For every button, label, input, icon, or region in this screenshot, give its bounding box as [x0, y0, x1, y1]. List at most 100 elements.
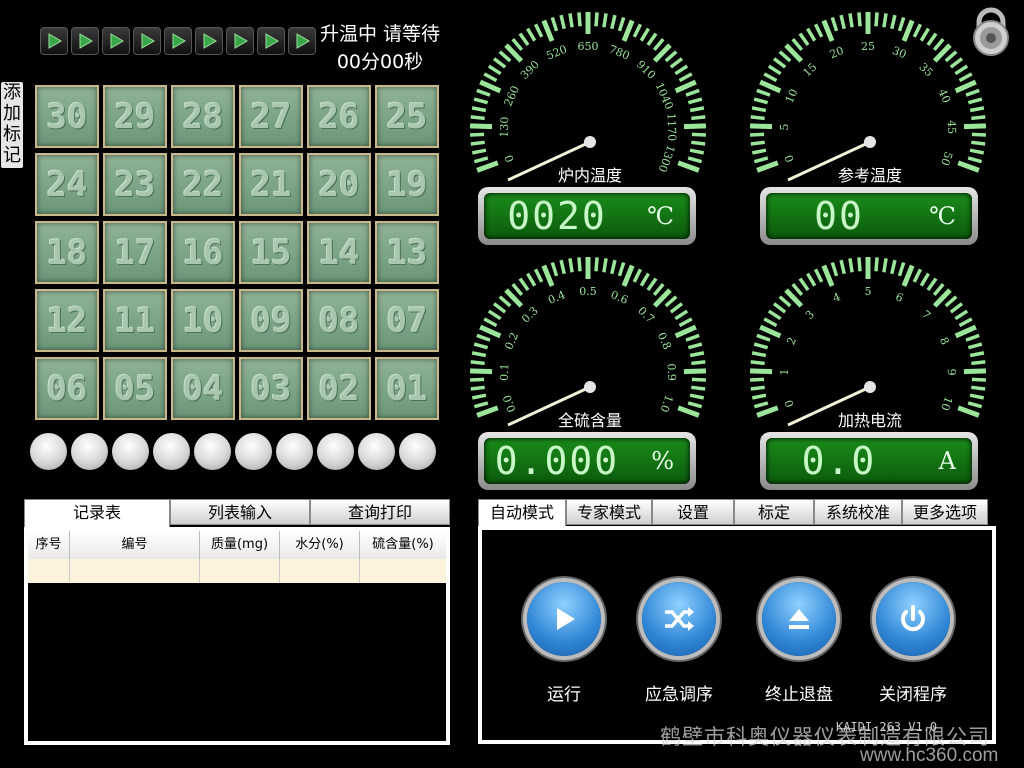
power-icon [901, 605, 925, 632]
close-program-label: 关闭程序 [879, 685, 947, 705]
gauge-tick [621, 19, 635, 42]
gauge-tick-label: 0.5 [579, 285, 597, 298]
tab-list-input[interactable]: 列表输入 [170, 499, 310, 525]
tab-query-print[interactable]: 查询打印 [310, 499, 450, 525]
gauge-tick-label: 0.4 [546, 288, 567, 307]
position-indicator [112, 433, 149, 470]
tab-settings[interactable]: 设置 [652, 499, 734, 525]
position-indicator [399, 433, 436, 470]
gauge-tick-label: 910 [634, 58, 658, 82]
gauge-tick [848, 13, 854, 28]
gauge-tick [830, 16, 839, 32]
gauge-tick [471, 351, 487, 358]
sample-slot[interactable]: 06 [35, 357, 99, 420]
furnace-gauge-label: 炉内温度 [557, 166, 622, 185]
sample-slot[interactable]: 23 [103, 153, 167, 216]
lcd-unit: A [938, 447, 956, 475]
gauge-tick-label: 4 [831, 290, 842, 305]
run-button[interactable] [527, 582, 601, 656]
gauge-tick [568, 258, 574, 273]
sample-slot[interactable]: 25 [375, 85, 439, 148]
gauge-tick [897, 261, 906, 277]
gauge-tick-label: 0.3 [519, 304, 541, 326]
gauge-tick [617, 261, 626, 277]
sulfur-gauge: 0.0 0.1 0.2 0.3 0.4 0.5 0.6 0.7 0.8 0.9 1.0 全硫含量 [469, 255, 710, 435]
gauge-tick [949, 302, 964, 314]
table-row[interactable] [28, 559, 446, 583]
gauge-tick [541, 19, 555, 42]
sample-slot[interactable]: 24 [35, 153, 99, 216]
sample-slot[interactable]: 08 [307, 289, 371, 352]
current-gauge: 0 1 2 3 4 5 6 7 8 9 10 加热电流 [749, 255, 990, 435]
close-program-button[interactable] [876, 582, 950, 656]
sample-slot[interactable]: 28 [171, 85, 235, 148]
sample-slot[interactable]: 20 [307, 153, 371, 216]
gauge-tick [689, 148, 705, 155]
gauge-tick-label: 0.1 [498, 363, 512, 381]
gauge-tick [602, 13, 608, 28]
gauge-tick [577, 12, 582, 27]
sample-slot[interactable]: 11 [103, 289, 167, 352]
sample-slot[interactable]: 16 [171, 221, 235, 284]
status-line-1: 升温中 请等待 [319, 23, 441, 45]
tab-system-calibration[interactable]: 系统校准 [814, 499, 902, 525]
sample-slot[interactable]: 29 [103, 85, 167, 148]
gauge-tick [949, 57, 964, 69]
tab-expert-mode[interactable]: 专家模式 [566, 499, 652, 525]
stop-eject-button[interactable] [762, 582, 836, 656]
sample-slot[interactable]: 07 [375, 289, 439, 352]
gauge-tick [621, 264, 635, 287]
sample-slot[interactable]: 01 [375, 357, 439, 420]
gauge-tick [969, 351, 985, 358]
gauge-tick [751, 351, 767, 358]
gauge-tick [691, 140, 706, 146]
sample-slot[interactable]: 04 [171, 357, 235, 420]
emergency-reorder-button[interactable] [642, 582, 716, 656]
gauge-hub [584, 381, 596, 393]
sample-slot[interactable]: 22 [171, 153, 235, 216]
gauge-tick-label: 260 [502, 84, 522, 108]
tab-calibration[interactable]: 标定 [734, 499, 814, 525]
sample-slot[interactable]: 05 [103, 357, 167, 420]
progress-arrows [40, 27, 316, 55]
sample-slot[interactable]: 10 [171, 289, 235, 352]
sample-slot[interactable]: 18 [35, 221, 99, 284]
sulfur-lcd-display: 0.000% [478, 432, 696, 490]
sample-slot[interactable]: 12 [35, 289, 99, 352]
gauge-tick [470, 140, 485, 146]
tab-record-table[interactable]: 记录表 [24, 499, 170, 528]
lcd-unit: % [651, 447, 674, 475]
sample-slot[interactable]: 21 [239, 153, 303, 216]
sample-slot[interactable]: 27 [239, 85, 303, 148]
tab-auto-mode[interactable]: 自动模式 [478, 499, 566, 528]
sample-slot[interactable]: 13 [375, 221, 439, 284]
sample-slot[interactable]: 09 [239, 289, 303, 352]
sample-slot[interactable]: 17 [103, 221, 167, 284]
play-arrow-icon [226, 27, 254, 55]
sample-slot[interactable]: 15 [239, 221, 303, 284]
gauge-tick-label: 10 [783, 87, 801, 105]
sample-slot[interactable]: 26 [307, 85, 371, 148]
gauge-tick-label: 5 [778, 123, 791, 130]
record-table-panel: 序号 编号 质量(mg) 水分(%) 硫含量(%) [24, 527, 450, 745]
gauge-tick [813, 23, 824, 38]
gauge-tick [669, 302, 684, 314]
gauge-tick [767, 64, 782, 76]
sample-slot[interactable]: 03 [239, 357, 303, 420]
gauge-tick [550, 261, 559, 277]
gauge-tick [971, 360, 986, 366]
gauge-tick [919, 272, 930, 287]
gauge-tick-label: 650 [578, 40, 599, 53]
watermark-url: www.hc360.com [860, 745, 999, 766]
gauge-tick-label: 130 [498, 116, 512, 137]
add-mark-button[interactable]: 添加标记 [1, 82, 23, 168]
gauge-tick [487, 309, 502, 321]
sample-slot[interactable]: 19 [375, 153, 439, 216]
sample-slot[interactable]: 30 [35, 85, 99, 148]
gauge-tick [559, 14, 566, 30]
sample-slot[interactable]: 02 [307, 357, 371, 420]
gauge-tick [912, 23, 923, 38]
gauge-tick [969, 393, 985, 400]
sample-slot[interactable]: 14 [307, 221, 371, 284]
tab-more-options[interactable]: 更多选项 [902, 499, 988, 525]
